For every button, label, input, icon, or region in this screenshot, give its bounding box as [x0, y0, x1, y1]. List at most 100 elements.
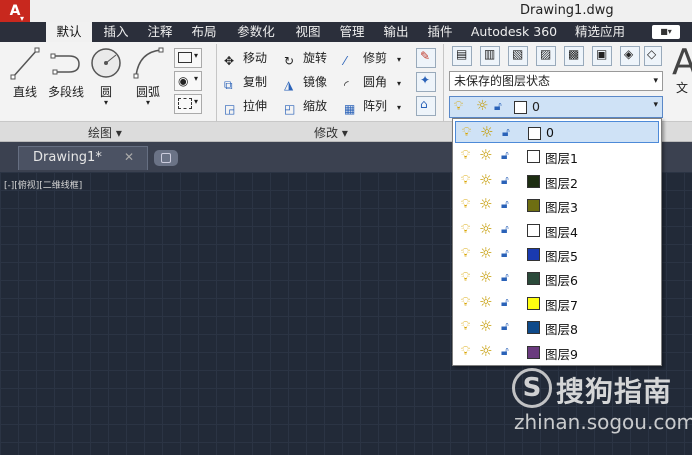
layer-isolate-button[interactable]: ▥: [480, 46, 500, 66]
unlock-icon[interactable]: 🔓︎: [501, 197, 509, 212]
layer-more-button[interactable]: ◇: [644, 46, 662, 66]
layer-color-swatch[interactable]: [527, 174, 540, 188]
arc-tool[interactable]: 圆弧 ▾: [130, 46, 166, 107]
application-menu-button[interactable]: A ▾: [0, 0, 30, 23]
layer-properties-button[interactable]: ▤: [452, 46, 472, 66]
layer-list-item[interactable]: 💡︎ ☼ 🔓︎ 图层3: [455, 194, 659, 216]
layer-match-button[interactable]: ▣: [592, 46, 612, 66]
layer-list-item[interactable]: 💡︎ ☼ 🔓︎ 0: [455, 121, 659, 143]
layer-color-swatch[interactable]: [527, 345, 540, 359]
layer-walk-button[interactable]: ◈: [620, 46, 640, 66]
move-tool[interactable]: ✥ 移动: [224, 48, 267, 68]
trim-tool[interactable]: ⁄ 修剪 ▾: [344, 48, 401, 68]
layer-color-swatch[interactable]: [527, 296, 540, 310]
tab-manage[interactable]: 管理: [332, 22, 372, 42]
tab-plugins[interactable]: 插件: [420, 22, 460, 42]
rectangle-button[interactable]: ▾: [174, 48, 202, 68]
tab-output[interactable]: 输出: [376, 22, 416, 42]
scale-tool[interactable]: ◰ 缩放: [284, 96, 327, 116]
bulb-icon[interactable]: 💡︎: [462, 125, 471, 140]
fillet-tool[interactable]: ◜ 圆角 ▾: [344, 72, 401, 92]
hatch-button[interactable]: ◉ ▾: [174, 71, 202, 91]
bulb-icon[interactable]: 💡︎: [461, 246, 470, 261]
mirror-tool[interactable]: ◮ 镜像: [284, 72, 327, 92]
layer-color-swatch[interactable]: [527, 150, 540, 164]
rotate-tool[interactable]: ↻ 旋转: [284, 48, 327, 68]
explode-button[interactable]: ✦: [416, 72, 436, 92]
sun-icon[interactable]: ☼: [479, 268, 492, 286]
tab-default[interactable]: 默认: [46, 22, 92, 42]
copy-tool[interactable]: ⧉ 复制: [224, 72, 267, 92]
unlock-icon[interactable]: 🔓︎: [501, 148, 509, 163]
unlock-icon[interactable]: 🔓︎: [501, 344, 509, 359]
text-tool-glyph: A: [672, 42, 692, 83]
sun-icon[interactable]: ☼: [479, 146, 492, 164]
new-tab-button[interactable]: [154, 150, 178, 166]
viewport-controls[interactable]: [-][俯视][二维线框]: [4, 178, 82, 191]
layer-freeze-button[interactable]: ▨: [536, 46, 556, 66]
unlock-icon[interactable]: 🔓︎: [501, 295, 509, 310]
layer-list-item[interactable]: 💡︎ ☼ 🔓︎ 图层5: [455, 243, 659, 265]
tab-autodesk-360[interactable]: Autodesk 360: [464, 22, 564, 42]
sun-icon[interactable]: ☼: [479, 195, 492, 213]
tab-layout[interactable]: 布局: [184, 22, 224, 42]
offset-button[interactable]: ⌂: [416, 96, 436, 116]
layer-list-item[interactable]: 💡︎ ☼ 🔓︎ 图层2: [455, 170, 659, 192]
bulb-icon[interactable]: 💡︎: [461, 270, 470, 285]
sun-icon[interactable]: ☼: [479, 293, 492, 311]
layer-color-swatch[interactable]: [527, 223, 540, 237]
bulb-icon[interactable]: 💡︎: [461, 319, 470, 334]
sun-icon[interactable]: ☼: [479, 171, 492, 189]
layer-list-item[interactable]: 💡︎ ☼ 🔓︎ 图层7: [455, 292, 659, 314]
stretch-tool[interactable]: ◲ 拉伸: [224, 96, 267, 116]
bulb-icon[interactable]: 💡︎: [461, 295, 470, 310]
layer-color-swatch[interactable]: [528, 127, 541, 140]
erase-button[interactable]: ✎: [416, 48, 436, 68]
array-tool[interactable]: ▦ 阵列 ▾: [344, 96, 401, 116]
sun-icon[interactable]: ☼: [480, 123, 493, 141]
layer-list-item[interactable]: 💡︎ ☼ 🔓︎ 图层9: [455, 341, 659, 363]
tab-parametric[interactable]: 参数化: [230, 22, 282, 42]
layer-color-swatch[interactable]: [527, 248, 540, 261]
circle-tool[interactable]: 圆 ▾: [88, 46, 124, 107]
tab-featured-apps[interactable]: 精选应用: [568, 22, 632, 42]
layer-color-swatch[interactable]: [527, 272, 540, 286]
tab-insert[interactable]: 插入: [96, 22, 136, 42]
sun-icon[interactable]: ☼: [479, 317, 492, 335]
text-tool[interactable]: A 文: [672, 45, 692, 96]
unlock-icon[interactable]: 🔓︎: [501, 173, 509, 188]
layer-list-item[interactable]: 💡︎ ☼ 🔓︎ 图层1: [455, 145, 659, 167]
bulb-icon[interactable]: 💡︎: [461, 222, 470, 237]
boundary-button[interactable]: ▾: [174, 94, 202, 114]
layer-list-item[interactable]: 💡︎ ☼ 🔓︎ 图层4: [455, 219, 659, 241]
layer-off-button[interactable]: ▧: [508, 46, 528, 66]
tab-annotate[interactable]: 注释: [140, 22, 180, 42]
unlock-icon[interactable]: 🔓︎: [502, 125, 510, 140]
layer-list-item[interactable]: 💡︎ ☼ 🔓︎ 图层6: [455, 267, 659, 289]
close-icon[interactable]: ✕: [124, 150, 134, 164]
unlock-icon[interactable]: 🔓︎: [501, 270, 509, 285]
sun-icon[interactable]: ☼: [479, 244, 492, 262]
line-tool[interactable]: 直线: [8, 46, 42, 100]
unlock-icon[interactable]: 🔓︎: [501, 222, 509, 237]
bulb-icon[interactable]: 💡︎: [461, 173, 470, 188]
polyline-tool[interactable]: 多段线: [46, 46, 86, 100]
bulb-icon[interactable]: 💡︎: [461, 344, 470, 359]
unlock-icon[interactable]: 🔓︎: [501, 246, 509, 261]
bulb-icon[interactable]: 💡︎: [461, 148, 470, 163]
draw-panel-title[interactable]: 绘图 ▾: [88, 124, 122, 141]
sun-icon[interactable]: ☼: [479, 220, 492, 238]
layer-list-item[interactable]: 💡︎ ☼ 🔓︎ 图层8: [455, 316, 659, 338]
layer-state-select[interactable]: 未保存的图层状态 ▾: [449, 71, 663, 91]
layer-color-swatch[interactable]: [527, 199, 540, 213]
layer-lock-button[interactable]: ▩: [564, 46, 584, 66]
tab-view[interactable]: 视图: [288, 22, 328, 42]
bulb-icon[interactable]: 💡︎: [461, 197, 470, 212]
current-layer-select[interactable]: 💡︎ ☼ 🔓︎ 0 ▾: [449, 96, 663, 118]
modify-panel-title[interactable]: 修改 ▾: [314, 124, 348, 141]
rectangle-icon: [178, 52, 192, 63]
layer-color-swatch[interactable]: [527, 321, 540, 335]
ribbon-options-button[interactable]: ■▾: [652, 25, 680, 39]
sun-icon[interactable]: ☼: [479, 342, 492, 360]
unlock-icon[interactable]: 🔓︎: [501, 319, 509, 334]
